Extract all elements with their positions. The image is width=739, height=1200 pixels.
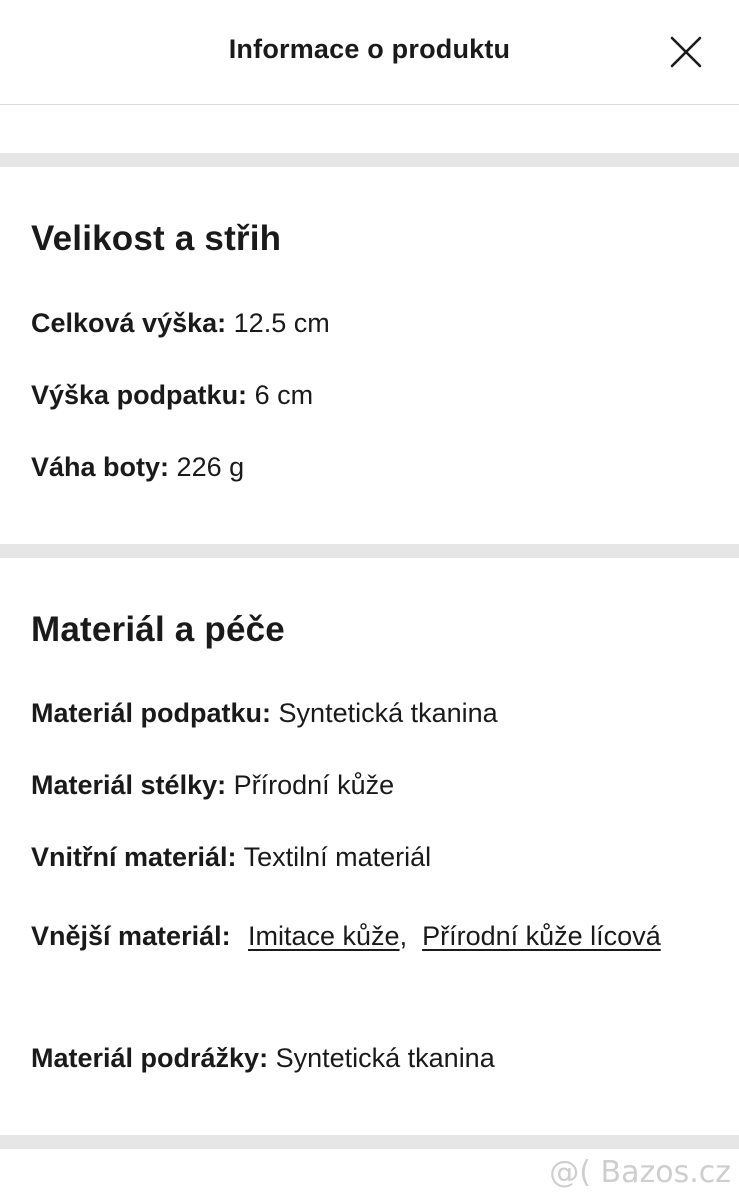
total-height-row: Celková výška: 12.5 cm <box>31 308 330 339</box>
page-title: Informace o produktu <box>228 34 511 64</box>
heel-height-row: Výška podpatku: 6 cm <box>31 380 313 411</box>
sole-material-row: Materiál podrážky: Syntetická tkanina <box>31 1043 495 1074</box>
insole-material-row: Materiál stélky: Přírodní kůže <box>31 770 394 801</box>
link-separator: , <box>399 921 408 951</box>
outer-material-link[interactable]: Přírodní kůže lícová <box>422 921 661 951</box>
material-section-title: Materiál a péče <box>31 610 285 649</box>
row-value: Syntetická tkanina <box>275 1043 495 1073</box>
section-divider <box>0 1135 739 1149</box>
shoe-weight-row: Váha boty: 226 g <box>31 452 244 483</box>
heel-material-row: Materiál podpatku: Syntetická tkanina <box>31 698 498 729</box>
outer-material-link[interactable]: Imitace kůže <box>248 921 400 951</box>
row-label: Materiál podrážky: <box>31 1043 269 1073</box>
row-label: Materiál podpatku: <box>31 698 272 728</box>
section-divider <box>0 153 739 167</box>
row-label: Vnitřní materiál: <box>31 842 237 872</box>
row-value: Textilní materiál <box>243 842 432 872</box>
row-label: Celková výška: <box>31 308 227 338</box>
section-divider <box>0 544 739 558</box>
row-value: Přírodní kůže <box>233 770 395 800</box>
row-value: Syntetická tkanina <box>278 698 498 728</box>
watermark: @( Bazos.cz <box>549 1155 731 1190</box>
row-label: Váha boty: <box>31 452 170 482</box>
row-value: 6 cm <box>254 380 314 410</box>
header-bar: Informace o produktu <box>0 0 739 105</box>
row-label: Materiál stélky: <box>31 770 227 800</box>
row-value: 226 g <box>176 452 245 482</box>
row-value: 12.5 cm <box>233 308 330 338</box>
outer-material-values: Imitace kůže, Přírodní kůže lícová <box>248 912 718 960</box>
inner-material-row: Vnitřní materiál: Textilní materiál <box>31 842 431 873</box>
row-label: Výška podpatku: <box>31 380 248 410</box>
close-button[interactable] <box>666 32 706 72</box>
close-icon <box>670 36 702 68</box>
outer-material-label: Vnější materiál: <box>31 921 231 951</box>
size-section-title: Velikost a střih <box>31 219 282 258</box>
